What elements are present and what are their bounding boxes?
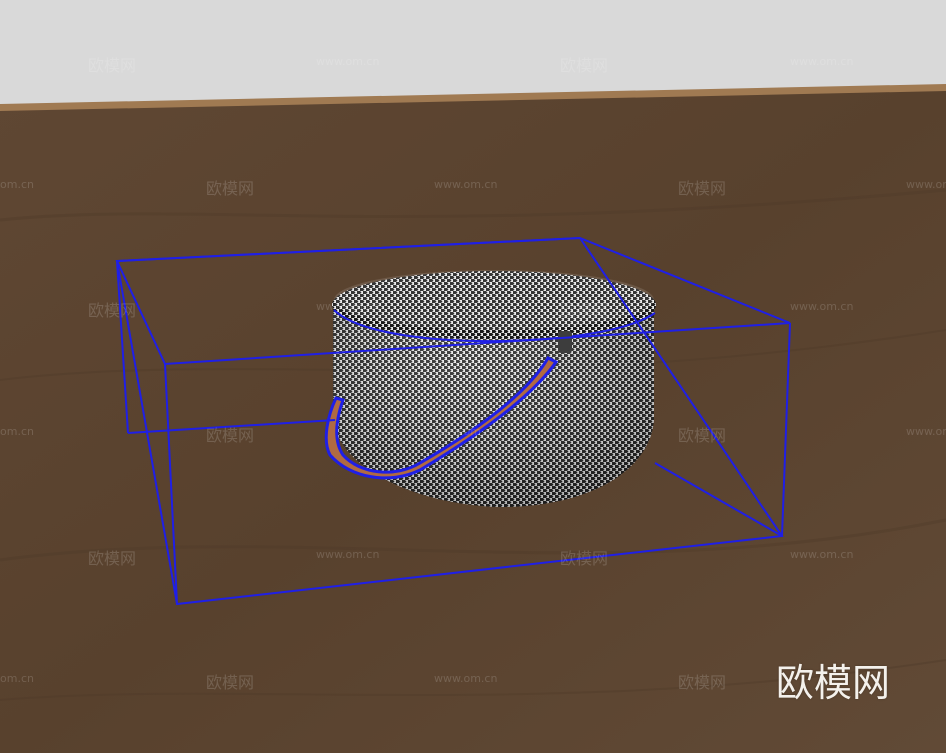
strap-buckle xyxy=(558,331,572,353)
site-logo: 欧模网 xyxy=(776,661,891,705)
viewport-3d-scene[interactable] xyxy=(0,0,946,753)
ottoman-model[interactable] xyxy=(324,270,656,507)
